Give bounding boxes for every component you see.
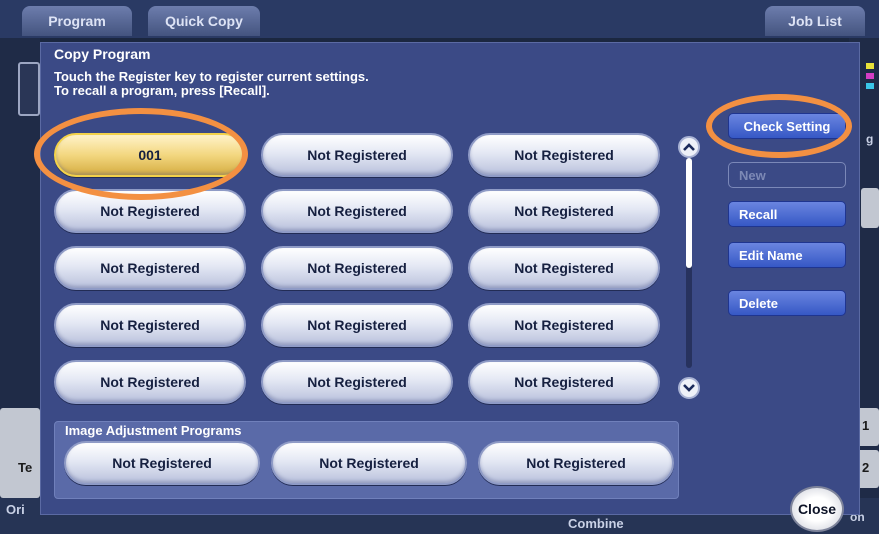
program-button[interactable]: Not Registered	[261, 360, 453, 404]
background-preview-frame	[18, 62, 40, 116]
highlight-circle-program-001	[34, 108, 248, 200]
dialog-title: Copy Program	[54, 46, 151, 62]
program-button[interactable]: Not Registered	[54, 246, 246, 290]
background-left-button[interactable]	[0, 408, 40, 498]
program-button[interactable]: Not Registered	[261, 133, 453, 177]
scroll-up-button[interactable]	[678, 136, 700, 158]
program-button[interactable]: Not Registered	[468, 246, 660, 290]
background-label-combine: Combine	[568, 516, 624, 531]
image-program-button[interactable]: Not Registered	[64, 441, 260, 485]
dialog-message-line2: To recall a program, press [Recall].	[54, 83, 270, 98]
program-button[interactable]: Not Registered	[468, 189, 660, 233]
image-program-button[interactable]: Not Registered	[271, 441, 467, 485]
background-color-stripe-magenta	[866, 73, 874, 79]
program-button[interactable]: Not Registered	[468, 133, 660, 177]
program-button[interactable]: Not Registered	[468, 303, 660, 347]
image-program-button[interactable]: Not Registered	[478, 441, 674, 485]
program-button[interactable]: Not Registered	[261, 303, 453, 347]
image-adjustment-label: Image Adjustment Programs	[65, 423, 242, 438]
chevron-up-icon	[683, 143, 695, 151]
background-label-ori: Ori	[6, 502, 25, 517]
new-button: New	[728, 162, 846, 188]
background-color-stripe-cyan	[866, 83, 874, 89]
delete-button[interactable]: Delete	[728, 290, 846, 316]
scroll-thumb[interactable]	[686, 158, 692, 268]
background-color-stripe-yellow	[866, 63, 874, 69]
program-button[interactable]: Not Registered	[261, 246, 453, 290]
scroll-down-button[interactable]	[678, 377, 700, 399]
program-button[interactable]: Not Registered	[261, 189, 453, 233]
tab-job-list[interactable]: Job List	[765, 6, 865, 36]
highlight-circle-check-setting	[706, 94, 852, 158]
dialog-message-line1: Touch the Register key to register curre…	[54, 69, 369, 84]
close-button[interactable]: Close	[790, 486, 844, 532]
program-button[interactable]: Not Registered	[468, 360, 660, 404]
tab-program[interactable]: Program	[22, 6, 132, 36]
program-button[interactable]: Not Registered	[54, 360, 246, 404]
background-label-te: Te	[18, 460, 33, 475]
image-adjustment-panel: Image Adjustment Programs Not Registered…	[54, 421, 679, 499]
background-number-2: 2	[862, 460, 870, 475]
recall-button[interactable]: Recall	[728, 201, 846, 227]
background-label-g: g	[866, 132, 874, 146]
chevron-down-icon	[683, 384, 695, 392]
program-button[interactable]: Not Registered	[54, 303, 246, 347]
tab-quick-copy[interactable]: Quick Copy	[148, 6, 260, 36]
background-number-1: 1	[862, 418, 870, 433]
edit-name-button[interactable]: Edit Name	[728, 242, 846, 268]
background-right-button-top[interactable]	[861, 188, 879, 228]
